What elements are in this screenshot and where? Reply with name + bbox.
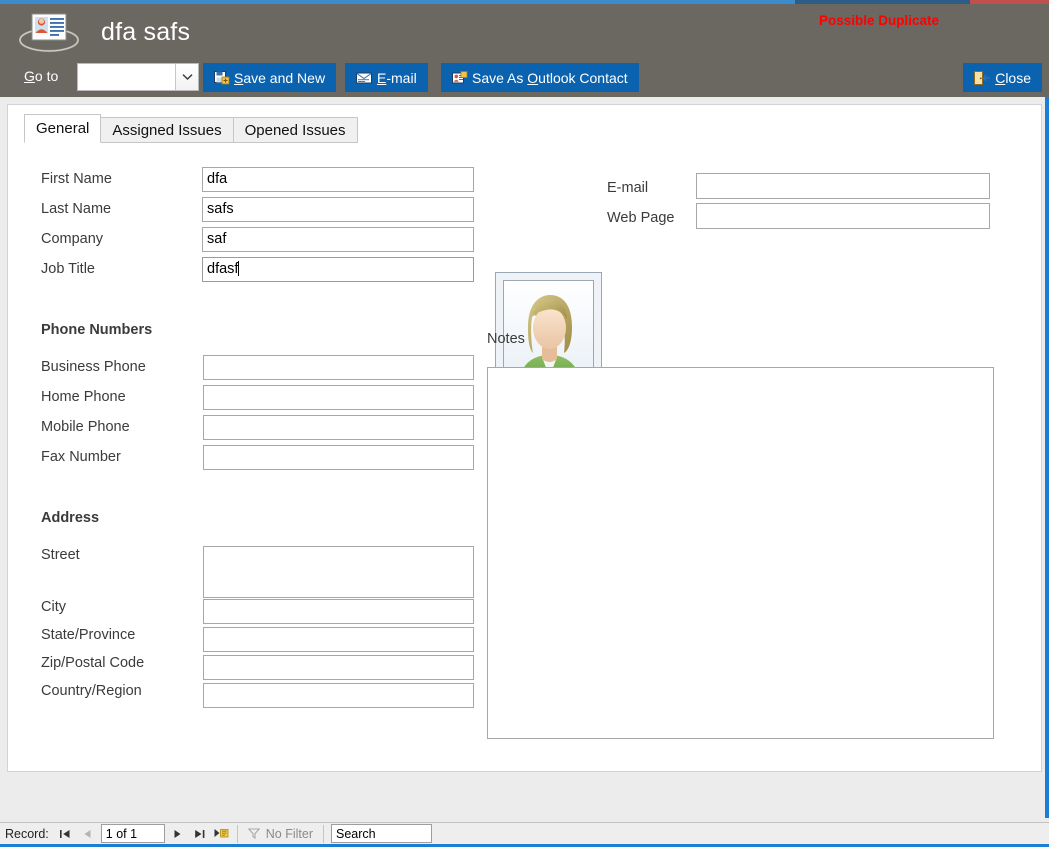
tab-assigned-issues[interactable]: Assigned Issues [100, 117, 234, 143]
outlook-contact-icon [452, 70, 468, 85]
access-contact-form-window: dfa safs Possible Duplicate Go to Save a… [0, 0, 1049, 847]
go-to-combobox[interactable] [77, 63, 199, 91]
go-to-combobox-value[interactable] [78, 64, 175, 90]
section-header-address: Address [41, 510, 100, 526]
form-body-panel: General Assigned Issues Opened Issues Fi… [7, 104, 1042, 772]
input-fax-number[interactable] [203, 445, 474, 470]
email-accel: E [377, 69, 387, 86]
input-web-page[interactable] [696, 203, 990, 229]
label-first-name: First Name [41, 171, 112, 187]
go-to-last-record-icon[interactable] [189, 824, 211, 844]
text-caret [238, 261, 240, 276]
outlook-accel: O [527, 69, 539, 86]
outlook-label-rest: utlook Contact [538, 69, 628, 86]
go-to-first-record-icon[interactable] [55, 824, 77, 844]
possible-duplicate-warning: Possible Duplicate [818, 13, 939, 28]
go-to-previous-record-icon[interactable] [77, 824, 99, 844]
go-to-next-record-icon[interactable] [167, 824, 189, 844]
record-label: Record: [5, 826, 49, 841]
close-door-icon [974, 70, 991, 85]
input-last-name[interactable]: safs [202, 197, 474, 222]
input-business-phone[interactable] [203, 355, 474, 380]
save-and-new-icon [214, 70, 230, 85]
label-fax-number: Fax Number [41, 449, 121, 465]
label-last-name: Last Name [41, 201, 112, 217]
label-zip-postal-code: Zip/Postal Code [41, 655, 145, 671]
save-as-outlook-contact-button[interactable]: Save As Outlook Contact [441, 63, 639, 92]
email-label: -mail [386, 69, 417, 86]
section-header-phone-numbers: Phone Numbers [41, 322, 153, 338]
filter-status-label: No Filter [265, 826, 314, 841]
go-to-label: Go to [24, 68, 58, 84]
filter-funnel-icon [247, 828, 260, 839]
email-button[interactable]: E-mail [345, 63, 428, 92]
input-notes[interactable] [487, 367, 994, 739]
close-accel: C [995, 69, 1006, 86]
tab-opened-issues[interactable]: Opened Issues [232, 117, 358, 143]
go-to-label-rest: o to [34, 68, 59, 84]
label-company: Company [41, 231, 104, 247]
input-state-province[interactable] [203, 627, 474, 652]
label-city: City [41, 599, 66, 615]
new-blank-record-icon[interactable] [211, 824, 233, 844]
form-header-band: dfa safs Possible Duplicate Go to Save a… [0, 4, 1049, 97]
input-mobile-phone[interactable] [203, 415, 474, 440]
filter-status[interactable]: No Filter [242, 827, 319, 841]
input-job-title[interactable]: dfasf [202, 257, 474, 282]
recbar-divider-2 [323, 824, 325, 843]
save-and-new-label: ave and New [243, 69, 326, 86]
label-notes: Notes [487, 331, 525, 347]
label-business-phone: Business Phone [41, 359, 146, 375]
label-web-page: Web Page [607, 210, 675, 226]
input-zip-postal-code[interactable] [203, 655, 474, 680]
input-street[interactable] [203, 546, 474, 598]
label-street: Street [41, 547, 80, 563]
input-job-title-value: dfasf [207, 261, 239, 277]
label-country-region: Country/Region [41, 683, 142, 699]
chevron-down-icon[interactable] [175, 64, 198, 90]
page-title: dfa safs [101, 18, 191, 46]
search-input[interactable]: Search [331, 824, 433, 843]
input-city[interactable] [203, 599, 474, 624]
record-navigation-bar: Record: 1 of 1 No Filter Search [0, 822, 1049, 844]
input-company[interactable]: saf [202, 227, 474, 252]
input-home-phone[interactable] [203, 385, 474, 410]
input-first-name[interactable]: dfa [202, 167, 474, 192]
close-button[interactable]: Close [963, 63, 1042, 92]
label-home-phone: Home Phone [41, 389, 126, 405]
contact-card-icon [18, 10, 80, 54]
record-position-input[interactable]: 1 of 1 [100, 824, 165, 843]
outlook-label-pre: Save As [472, 69, 528, 86]
tabstrip: General Assigned Issues Opened Issues [24, 114, 358, 143]
label-mobile-phone: Mobile Phone [41, 419, 130, 435]
input-country-region[interactable] [203, 683, 474, 708]
window-right-accent-edge [1045, 97, 1049, 818]
close-label: lose [1005, 69, 1031, 86]
envelope-icon [356, 72, 373, 84]
label-state-province: State/Province [41, 627, 136, 643]
tab-general[interactable]: General [24, 114, 102, 143]
save-and-new-accel: S [234, 69, 244, 86]
label-email: E-mail [607, 180, 649, 196]
save-and-new-button[interactable]: Save and New [203, 63, 337, 92]
recbar-divider [236, 824, 238, 843]
input-email[interactable] [696, 173, 990, 199]
label-job-title: Job Title [41, 261, 95, 277]
go-to-label-accel: G [24, 68, 35, 84]
